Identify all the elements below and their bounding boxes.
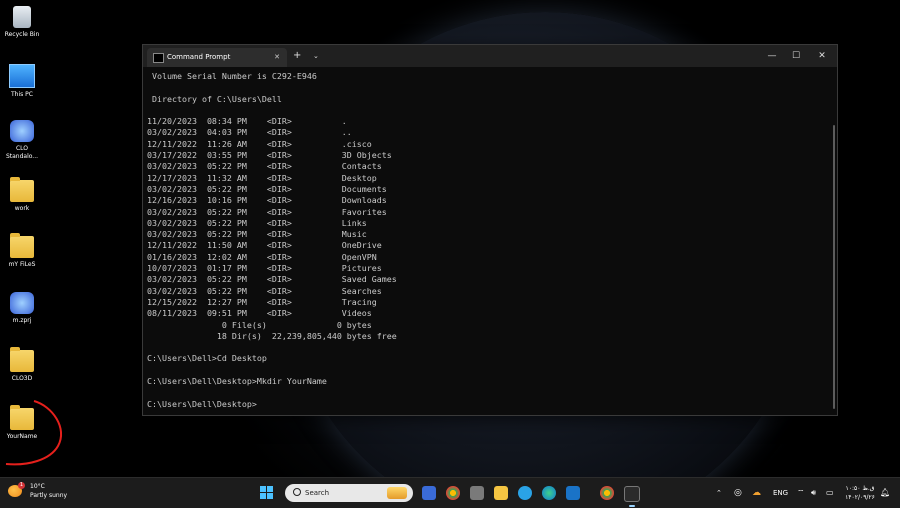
minimize-button[interactable]: — — [761, 45, 783, 67]
terminal-line: 10/07/2023 01:17 PM <DIR> Pictures — [147, 263, 382, 274]
desktop-icon-label: m.zprj — [12, 317, 32, 324]
terminal-line: 12/16/2023 10:16 PM <DIR> Downloads — [147, 195, 387, 206]
search-placeholder: Search — [305, 489, 330, 497]
monitor-icon — [9, 64, 35, 88]
terminal-line: 0 File(s) 0 bytes — [147, 319, 372, 330]
clo-app-icon — [10, 120, 34, 142]
search-highlight-icon — [387, 487, 407, 499]
terminal-line: 03/02/2023 05:22 PM <DIR> Favorites — [147, 206, 387, 217]
clo-app-icon — [10, 292, 34, 314]
new-tab-button[interactable]: + — [293, 45, 301, 67]
terminal-line: 12/11/2022 11:26 AM <DIR> .cisco — [147, 138, 372, 149]
chrome-icon[interactable] — [446, 486, 460, 500]
volume-icon[interactable]: 🔊︎ — [811, 478, 816, 508]
file-explorer-icon[interactable] — [494, 486, 508, 500]
tab-command-prompt[interactable]: Command Prompt ✕ — [147, 48, 287, 67]
terminal-line: 18 Dir(s) 22,239,805,440 bytes free — [147, 330, 397, 341]
wifi-icon[interactable]: ⌔ — [797, 478, 805, 508]
desktop: Recycle Bin This PC CLO Standalo... work… — [0, 0, 900, 477]
desktop-icon-this-pc[interactable]: This PC — [0, 64, 44, 99]
desktop-icon-label: work — [14, 205, 30, 212]
recycle-bin-icon — [13, 6, 31, 28]
taskbar: 1 10°C Partly sunny Search ⌃ ◎ ☁ ENG ⌔ 🔊… — [0, 477, 900, 508]
folder-icon — [10, 177, 34, 202]
terminal-line: C:\Users\Dell\Desktop>Mkdir YourName — [147, 376, 327, 387]
desktop-icon-label: CLO Standalo... — [5, 145, 39, 160]
clock[interactable]: ۱۰:۵۰ ق.ظ ۱۴۰۲/۰۹/۲۶ — [843, 484, 877, 502]
show-hidden-icons-chevron-icon[interactable]: ⌃ — [716, 478, 722, 508]
desktop-icon-label: Recycle Bin — [4, 31, 40, 38]
terminal-line: 03/02/2023 05:22 PM <DIR> Music — [147, 229, 367, 240]
terminal-line: 03/17/2022 03:55 PM <DIR> 3D Objects — [147, 150, 392, 161]
terminal-output[interactable]: Volume Serial Number is C292-E946 Direct… — [147, 71, 827, 413]
chrome-icon[interactable] — [600, 486, 614, 500]
battery-icon[interactable]: ▭ — [826, 478, 834, 508]
search-icon — [293, 488, 301, 496]
command-prompt-taskbar-icon[interactable] — [624, 486, 640, 507]
desktop-icon-clo-standalone[interactable]: CLO Standalo... — [0, 120, 44, 161]
tab-close-icon[interactable]: ✕ — [274, 48, 280, 67]
terminal-icon — [153, 53, 164, 63]
terminal-line: Volume Serial Number is C292-E946 — [147, 71, 317, 81]
terminal-line: 03/02/2023 05:22 PM <DIR> Links — [147, 217, 367, 228]
clock-date: ۱۴۰۲/۰۹/۲۶ — [845, 494, 875, 501]
terminal-line: Directory of C:\Users\Dell — [147, 93, 282, 104]
terminal-line: 03/02/2023 04:03 PM <DIR> .. — [147, 127, 352, 138]
notification-badge: 1 — [18, 482, 25, 489]
desktop-icon-label: This PC — [11, 91, 33, 98]
terminal-line: 01/16/2023 12:02 AM <DIR> OpenVPN — [147, 251, 377, 262]
terminal-line: C:\Users\Dell\Desktop> — [147, 398, 257, 409]
desktop-icon-m-zprj[interactable]: m.zprj — [0, 292, 44, 325]
folder-icon — [10, 233, 34, 258]
desktop-icon-label: mY FiLeS — [8, 261, 36, 268]
terminal-line: 12/15/2022 12:27 PM <DIR> Tracing — [147, 296, 377, 307]
weather-temperature: 10°C — [30, 483, 45, 490]
terminal-line: 11/20/2023 08:34 PM <DIR> . — [147, 116, 347, 127]
command-prompt-window[interactable]: Command Prompt ✕ + ⌄ — ☐ ✕ Volume Serial… — [142, 44, 838, 416]
mail-icon[interactable] — [566, 486, 580, 500]
terminal-line: 03/02/2023 05:22 PM <DIR> Searches — [147, 285, 382, 296]
terminal-line: 03/02/2023 05:22 PM <DIR> Contacts — [147, 161, 382, 172]
taskbar-search[interactable]: Search — [285, 484, 413, 502]
terminal-line: 03/02/2023 05:22 PM <DIR> Saved Games — [147, 274, 397, 285]
red-annotation-circle — [5, 400, 63, 466]
desktop-icon-label: CLO3D — [11, 375, 33, 382]
terminal-line: C:\Users\Dell>Cd Desktop — [147, 353, 267, 364]
notification-bell-icon[interactable]: 🔔︎ — [880, 478, 890, 508]
terminal-line: 12/11/2022 11:50 AM <DIR> OneDrive — [147, 240, 382, 251]
start-button[interactable] — [260, 486, 274, 500]
clock-time: ۱۰:۵۰ ق.ظ — [845, 485, 875, 492]
maximize-button[interactable]: ☐ — [785, 45, 807, 67]
telegram-icon[interactable] — [518, 486, 532, 500]
folder-icon — [10, 347, 34, 372]
terminal-line: 03/02/2023 05:22 PM <DIR> Documents — [147, 183, 387, 194]
terminal-line: 12/17/2023 11:32 AM <DIR> Desktop — [147, 172, 377, 183]
desktop-icon-clo3d[interactable]: CLO3D — [0, 347, 44, 383]
desktop-icon-recycle-bin[interactable]: Recycle Bin — [0, 6, 44, 39]
scrollbar[interactable] — [833, 125, 835, 409]
language-indicator[interactable]: ENG — [773, 478, 788, 508]
edge-icon[interactable] — [542, 486, 556, 500]
chat-app-icon[interactable] — [422, 486, 436, 500]
windows-logo-icon — [267, 493, 273, 499]
desktop-icon-my-files[interactable]: mY FiLeS — [0, 233, 44, 269]
windows-logo-icon — [260, 493, 266, 499]
security-icon[interactable]: ◎ — [734, 478, 742, 508]
close-button[interactable]: ✕ — [811, 45, 833, 67]
desktop-icon-work[interactable]: work — [0, 177, 44, 213]
window-titlebar[interactable]: Command Prompt ✕ + ⌄ — ☐ ✕ — [143, 45, 837, 67]
cloud-icon[interactable]: ☁ — [752, 478, 761, 508]
windows-logo-icon — [267, 486, 273, 492]
terminal-line: 08/11/2023 09:51 PM <DIR> Videos — [147, 308, 372, 319]
tab-label: Command Prompt — [167, 53, 231, 61]
windows-logo-icon — [260, 486, 266, 492]
photos-app-icon[interactable] — [470, 486, 484, 500]
tab-dropdown-button[interactable]: ⌄ — [313, 45, 319, 67]
weather-description: Partly sunny — [30, 492, 68, 499]
